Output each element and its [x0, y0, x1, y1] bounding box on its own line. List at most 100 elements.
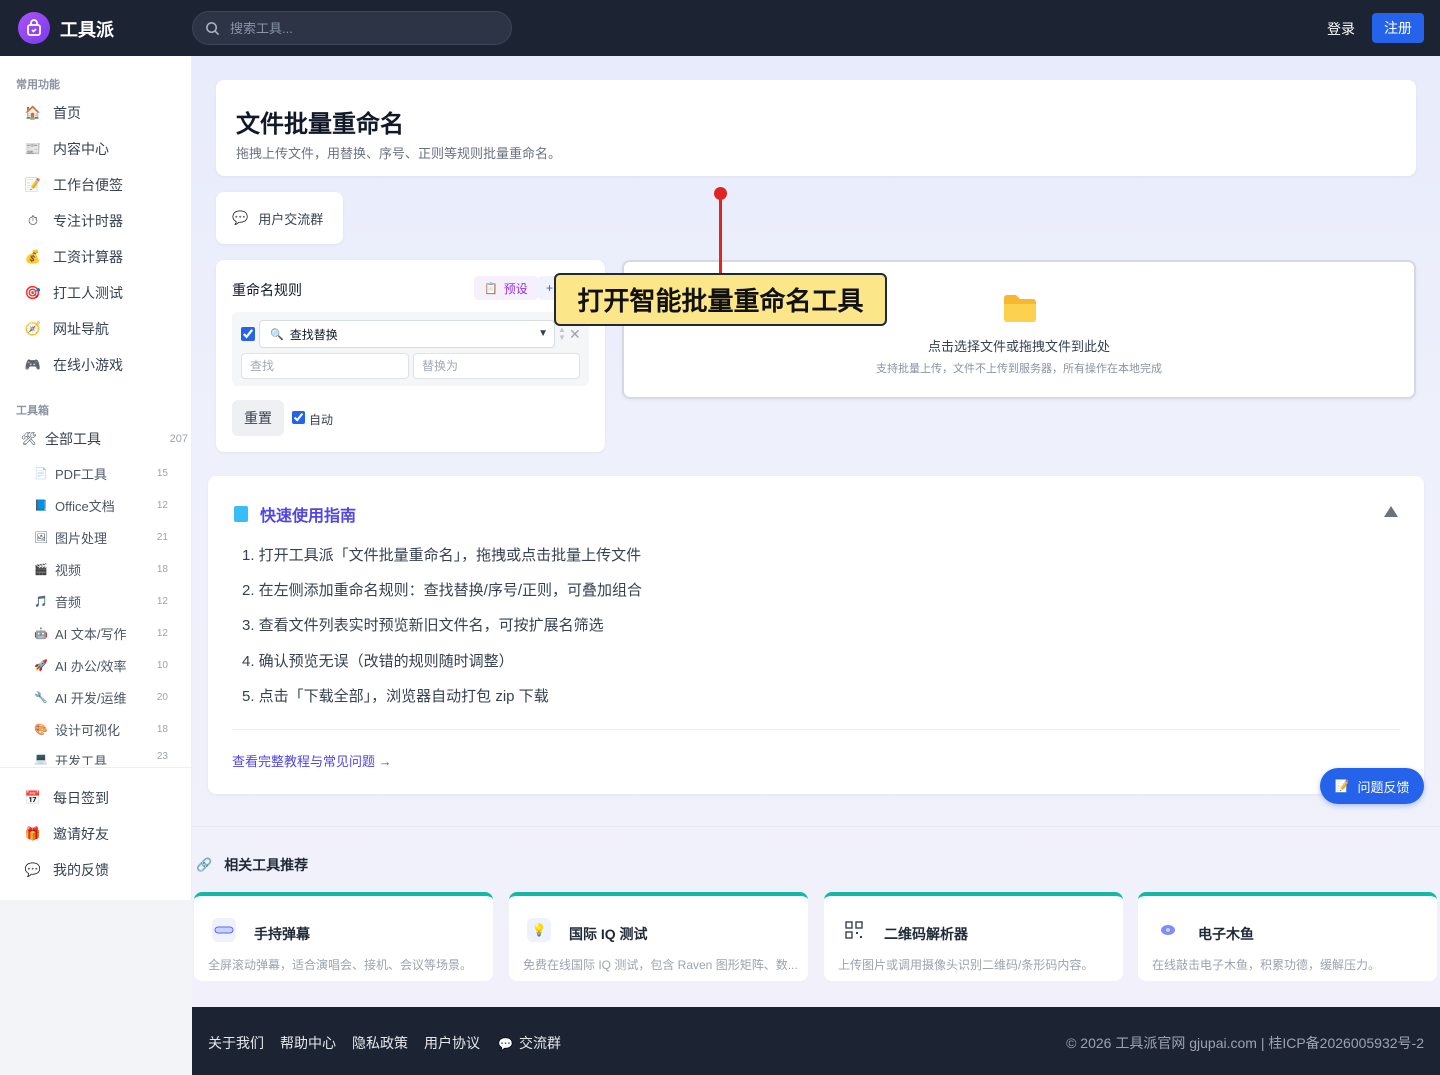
rules-title: 重命名规则: [232, 282, 302, 298]
sidebar-item-notes[interactable]: 📝 工作台便签: [24, 174, 184, 196]
auto-checkbox[interactable]: [292, 411, 305, 424]
sidebar-tool-design[interactable]: 🎨 设计可视化 18: [34, 719, 168, 739]
callout-annotation: 打开智能批量重命名工具: [554, 273, 887, 326]
clipboard-icon: 📋: [484, 282, 498, 295]
replace-input[interactable]: [413, 353, 580, 379]
rule-type-value: 查找替换: [289, 327, 338, 342]
feedback-button[interactable]: 📝 问题反馈: [1320, 768, 1424, 804]
stopwatch-icon: ⏱: [27, 213, 39, 228]
newspaper-icon: 📰: [24, 141, 42, 156]
magnifier-icon: 🔍: [270, 328, 284, 341]
memo-icon: 📝: [24, 177, 42, 192]
collapse-toggle-icon[interactable]: [1384, 506, 1398, 517]
barrage-icon: [212, 918, 236, 942]
search-input[interactable]: [230, 20, 490, 36]
guide-step: 3. 查看文件列表实时预览新旧文件名，可按扩展名筛选: [242, 617, 604, 634]
speech-bubble-icon: 💬: [232, 210, 249, 225]
sidebar-item-label: 我的反馈: [53, 862, 109, 878]
tool-desc: 免费在线国际 IQ 测试，包含 Raven 图形矩阵、数...: [523, 958, 798, 972]
sidebar-tool-ai-dev[interactable]: 🔧 AI 开发/运维 20: [34, 687, 168, 707]
callout-pointer-dot: [714, 187, 727, 200]
guide-title-text: 快速使用指南: [260, 508, 357, 525]
feedback-label: 问题反馈: [1357, 779, 1410, 795]
lightbulb-icon: 💡: [527, 918, 551, 942]
sidebar-item-checkin[interactable]: 📅 每日签到: [24, 787, 184, 809]
sidebar-item-label: 工资计算器: [53, 249, 123, 265]
sidebar-item-salary[interactable]: 💰 工资计算器: [24, 246, 184, 268]
footer-copyright: © 2026 工具派官网 gjupai.com | 桂ICP备202600593…: [1066, 1035, 1424, 1051]
sidebar-item-home[interactable]: 🏠 首页: [24, 102, 184, 124]
footer-link-group[interactable]: 💬 交流群: [498, 1033, 561, 1053]
tool-name: 手持弹幕: [254, 926, 310, 942]
sidebar-tool-ai-office[interactable]: 🚀 AI 办公/效率 10: [34, 655, 168, 675]
signup-button[interactable]: 注册: [1372, 13, 1424, 43]
sidebar-item-label: 邀请好友: [53, 826, 109, 842]
sidebar-tool-office[interactable]: 📘 Office文档 12: [34, 495, 168, 515]
sidebar-tool-devtools[interactable]: 💻 开发工具 23: [34, 751, 168, 765]
wooden-fish-icon: [1156, 918, 1180, 942]
logo-icon[interactable]: [18, 12, 50, 44]
rule-type-select[interactable]: 🔍 查找替换 ▼: [259, 320, 555, 348]
sidebar-divider: [0, 767, 191, 768]
search-icon: [206, 21, 220, 35]
sidebar-item-games[interactable]: 🎮 在线小游戏: [24, 354, 184, 376]
brand-name[interactable]: 工具派: [60, 16, 114, 42]
user-group-button[interactable]: 💬 用户交流群: [216, 192, 343, 244]
tool-label: 音频: [55, 594, 82, 610]
full-tutorial-link[interactable]: 查看完整教程与常见问题 →: [232, 751, 392, 770]
sidebar-item-feedback[interactable]: 💬 我的反馈: [24, 859, 184, 881]
book-icon: 📘: [34, 499, 48, 512]
sidebar-item-label: 全部工具: [45, 431, 101, 447]
sidebar-tool-audio[interactable]: 🎵 音频 12: [34, 591, 168, 611]
tool-count: 21: [156, 531, 168, 543]
rule-item: 🔍 查找替换 ▼ ▲ ▼ ✕: [232, 312, 589, 386]
preset-button[interactable]: 📋 预设: [474, 276, 538, 300]
guide-title[interactable]: 快速使用指南: [234, 502, 356, 526]
footer-link-privacy[interactable]: 隐私政策: [352, 1033, 408, 1053]
footer-link-about[interactable]: 关于我们: [208, 1033, 264, 1053]
tool-count: 12: [156, 499, 168, 511]
page-header-card: 文件批量重命名 拖拽上传文件，用替换、序号、正则等规则批量重命名。: [216, 80, 1416, 176]
preset-label: 预设: [503, 281, 528, 296]
sidebar-item-invite[interactable]: 🎁 邀请好友: [24, 823, 184, 845]
sidebar-tool-video[interactable]: 🎬 视频 18: [34, 559, 168, 579]
search-box[interactable]: [192, 11, 512, 45]
sidebar-item-worker-test[interactable]: 🎯 打工人测试: [24, 282, 184, 304]
login-button[interactable]: 登录: [1327, 19, 1355, 39]
related-tool-card[interactable]: 💡 国际 IQ 测试 免费在线国际 IQ 测试，包含 Raven 图形矩阵、数.…: [509, 892, 808, 981]
footer-link-help[interactable]: 帮助中心: [280, 1033, 336, 1053]
related-tool-card[interactable]: 电子木鱼 在线敲击电子木鱼，积累功德，缓解压力。: [1138, 892, 1437, 981]
tool-desc: 在线敲击电子木鱼，积累功德，缓解压力。: [1152, 958, 1381, 972]
footer-group-label: 交流群: [518, 1035, 561, 1051]
tool-name: 国际 IQ 测试: [569, 926, 648, 942]
tool-label: AI 文本/写作: [55, 626, 127, 642]
find-input[interactable]: [241, 353, 409, 379]
sidebar-tool-pdf[interactable]: 📄 PDF工具 15: [34, 463, 168, 483]
reorder-arrows-icon[interactable]: ▲ ▼: [558, 326, 566, 342]
tool-count: 10: [156, 659, 168, 671]
related-tool-card[interactable]: 手持弹幕 全屏滚动弹幕，适合演唱会、接机、会议等场景。: [194, 892, 493, 981]
tool-label: PDF工具: [55, 466, 108, 482]
rule-enabled-checkbox[interactable]: [241, 327, 255, 341]
tool-count: 18: [156, 563, 168, 575]
guide-step: 4. 确认预览无误（改错的规则随时调整）: [242, 653, 514, 670]
sidebar-tool-image[interactable]: 🖼 图片处理 21: [34, 527, 168, 547]
sidebar-item-all-tools[interactable]: 🛠 全部工具 207: [20, 428, 188, 450]
tool-count: 207: [169, 433, 188, 445]
tool-name: 二维码解析器: [884, 926, 968, 942]
top-navbar: 工具派 登录 注册: [0, 0, 1440, 56]
related-tool-card[interactable]: 二维码解析器 上传图片或调用摄像头识别二维码/条形码内容。: [824, 892, 1123, 981]
reset-button[interactable]: 重置: [232, 400, 284, 436]
music-note-icon: 🎵: [34, 595, 48, 608]
sidebar-tool-ai-writing[interactable]: 🤖 AI 文本/写作 12: [34, 623, 168, 643]
remove-rule-icon[interactable]: ✕: [569, 326, 581, 343]
tool-label: AI 开发/运维: [55, 690, 127, 706]
related-tools-title: 🔗 相关工具推荐: [196, 855, 308, 875]
sidebar-item-content[interactable]: 📰 内容中心: [24, 138, 184, 160]
rocket-icon: 🚀: [34, 659, 48, 672]
sidebar-item-timer[interactable]: ⏱ 专注计时器: [24, 210, 184, 232]
dropzone-subtext: 支持批量上传，文件不上传到服务器，所有操作在本地完成: [876, 363, 1162, 375]
speech-bubble-icon: 💬: [498, 1037, 513, 1051]
sidebar-item-nav[interactable]: 🧭 网址导航: [24, 318, 184, 340]
footer-link-terms[interactable]: 用户协议: [424, 1033, 480, 1053]
